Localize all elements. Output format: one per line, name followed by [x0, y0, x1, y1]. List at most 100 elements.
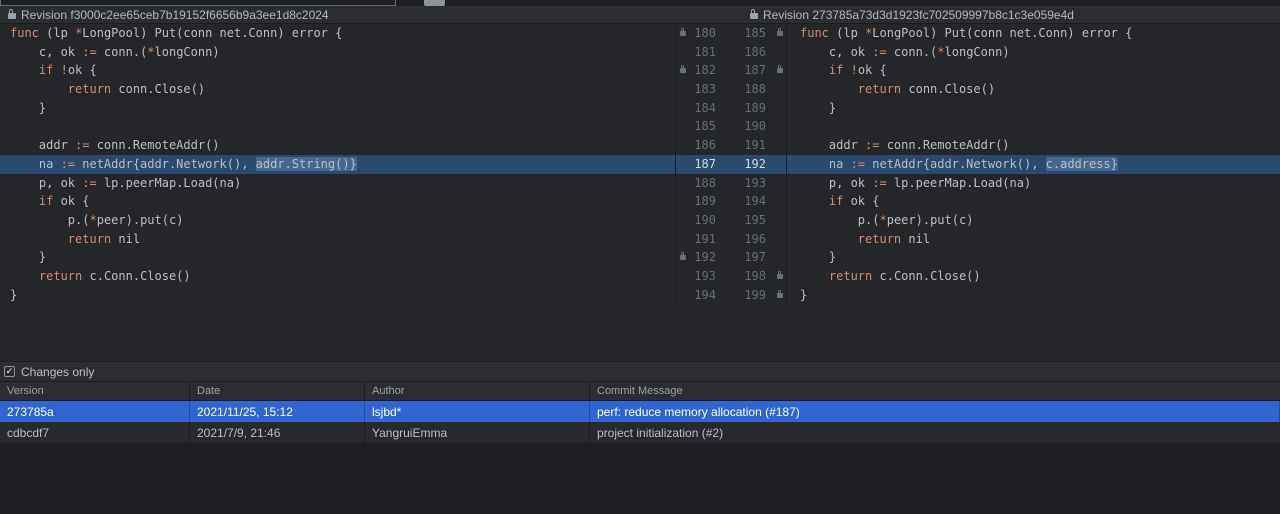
code-token: c.Conn.Close() [872, 269, 980, 283]
code-token: := [851, 157, 865, 171]
left-line-number: 185 [690, 117, 716, 136]
diff-gutter: 183188 [675, 80, 787, 99]
code-token: addr [10, 138, 75, 152]
code-token: if [39, 63, 53, 77]
message-cell[interactable]: project initialization (#2) [590, 422, 1280, 443]
code-token: if [829, 194, 843, 208]
code-token: := [75, 138, 89, 152]
diff-line: addr := conn.RemoteAddr()186191 addr := … [0, 136, 1280, 155]
gutter-slot [773, 117, 786, 136]
code-token: return [858, 82, 901, 96]
column-header-author[interactable]: Author [365, 382, 590, 400]
gutter-slot [773, 43, 786, 62]
gutter-slot [773, 230, 786, 249]
gutter-slot [773, 61, 786, 80]
code-token [10, 82, 68, 96]
left-line-number: 183 [690, 80, 716, 99]
gutter-slot [676, 24, 690, 43]
code-token: return [68, 232, 111, 246]
diff-gutter: 185190 [675, 117, 787, 136]
right-line-number: 185 [716, 24, 766, 43]
left-code: p, ok := lp.peerMap.Load(na) [0, 174, 675, 193]
left-line-number: 186 [690, 136, 716, 155]
right-revision-header: Revision 273785a73d3d1923fc702509997b8c1… [750, 6, 1074, 23]
code-token: c, ok [10, 45, 82, 59]
gutter-slot [676, 99, 690, 118]
left-line-number: 188 [690, 174, 716, 193]
changes-only-label: Changes only [21, 365, 94, 379]
right-line-number: 189 [716, 99, 766, 118]
right-code: } [787, 99, 1280, 118]
gutter-slot [773, 211, 786, 230]
left-line-number: 192 [690, 248, 716, 267]
diff-line: func (lp *LongPool) Put(conn net.Conn) e… [0, 24, 1280, 43]
version-cell[interactable]: 273785a [0, 401, 190, 422]
right-line-number: 188 [716, 80, 766, 99]
diff-line: p, ok := lp.peerMap.Load(na)188193 p, ok… [0, 174, 1280, 193]
gutter-slot [773, 248, 786, 267]
code-token [800, 194, 829, 208]
right-line-number: 190 [716, 117, 766, 136]
footer-strip [0, 443, 1280, 514]
message-cell[interactable]: perf: reduce memory allocation (#187) [590, 401, 1280, 422]
gutter-slot [676, 267, 690, 286]
code-token: return [829, 269, 872, 283]
code-token: na [800, 157, 851, 171]
code-token: } [800, 101, 836, 115]
code-token: ! [61, 63, 68, 77]
diff-line: if !ok {182187 if !ok { [0, 61, 1280, 80]
right-code: if ok { [787, 192, 1280, 211]
code-token: longConn) [945, 45, 1010, 59]
code-token: c, ok [800, 45, 872, 59]
code-token [10, 232, 68, 246]
code-token: LongPool) Put(conn net.Conn) error { [872, 26, 1132, 40]
right-line-number: 198 [716, 267, 766, 286]
column-header-commit-message[interactable]: Commit Message [590, 382, 1280, 400]
code-token: longConn) [155, 45, 220, 59]
gutter-slot [676, 230, 690, 249]
code-token: return [39, 269, 82, 283]
code-token: peer).put(c) [887, 213, 974, 227]
left-code: } [0, 248, 675, 267]
code-token: p, ok [800, 176, 872, 190]
code-token: conn.Close() [901, 82, 995, 96]
code-token: := [82, 176, 96, 190]
code-token: } [800, 250, 836, 264]
left-code: c, ok := conn.(*longConn) [0, 43, 675, 62]
history-row-cdbcdf7[interactable]: cdbcdf72021/7/9, 21:46YangruiEmmaproject… [0, 422, 1280, 443]
version-cell[interactable]: cdbcdf7 [0, 422, 190, 443]
date-cell[interactable]: 2021/7/9, 21:46 [190, 422, 365, 443]
right-code: func (lp *LongPool) Put(conn net.Conn) e… [787, 24, 1280, 43]
author-cell[interactable]: YangruiEmma [365, 422, 590, 443]
history-row-273785a[interactable]: 273785a2021/11/25, 15:12lsjbd*perf: redu… [0, 401, 1280, 422]
right-line-number: 187 [716, 61, 766, 80]
right-code: c, ok := conn.(*longConn) [787, 43, 1280, 62]
code-token [53, 63, 60, 77]
date-cell[interactable]: 2021/11/25, 15:12 [190, 401, 365, 422]
diff-line: return nil191196 return nil [0, 230, 1280, 249]
lock-icon [750, 13, 758, 19]
gutter-slot [773, 267, 786, 286]
left-code: } [0, 99, 675, 118]
left-code: func (lp *LongPool) Put(conn net.Conn) e… [0, 24, 675, 43]
code-token: func [10, 26, 39, 40]
left-line-number: 189 [690, 192, 716, 211]
code-token: } [10, 101, 46, 115]
author-cell[interactable]: lsjbd* [365, 401, 590, 422]
diff-editor[interactable]: func (lp *LongPool) Put(conn net.Conn) e… [0, 24, 1280, 361]
column-header-version[interactable]: Version [0, 382, 190, 400]
code-token: := [82, 45, 96, 59]
right-code: return conn.Close() [787, 80, 1280, 99]
left-line-number: 193 [690, 267, 716, 286]
column-header-date[interactable]: Date [190, 382, 365, 400]
code-token: conn.( [97, 45, 148, 59]
right-code [787, 117, 1280, 136]
code-token: * [89, 213, 96, 227]
left-line-number: 180 [690, 24, 716, 43]
code-token: func [800, 26, 829, 40]
diff-gutter: 189194 [675, 192, 787, 211]
right-line-number: 191 [716, 136, 766, 155]
code-token: peer).put(c) [97, 213, 184, 227]
changes-only-checkbox[interactable]: ✓ [4, 366, 15, 377]
gutter-slot [773, 155, 786, 174]
